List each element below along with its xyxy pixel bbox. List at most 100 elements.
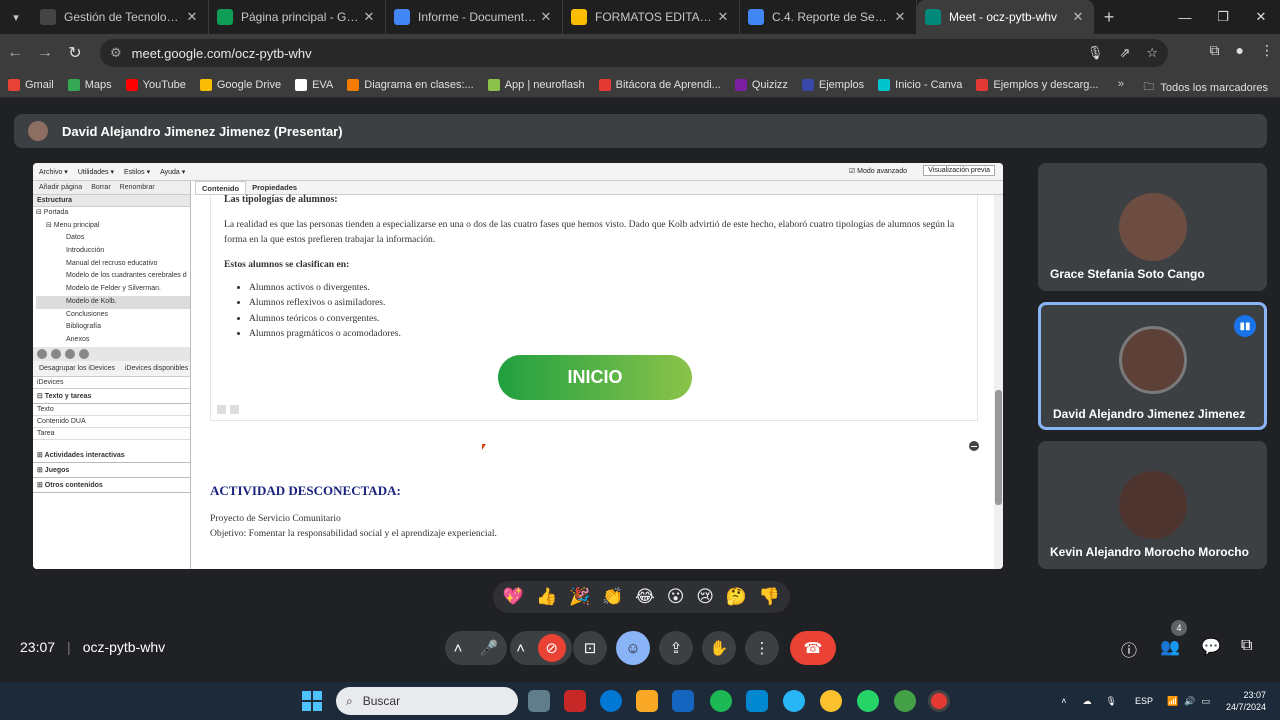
chevron-up-icon[interactable]: ˄ [454, 640, 463, 657]
tree-node[interactable]: Modelo de Kolb. [36, 295, 190, 309]
scroll-thumb[interactable] [995, 390, 1002, 505]
extensions-icon[interactable]: ⧉ [1210, 42, 1220, 59]
bookmark-item[interactable]: Ejemplos [801, 78, 864, 91]
reaction-emoji-icon[interactable]: 👍 [536, 587, 557, 607]
idevice-group[interactable]: ⊞ Otros contenidos [33, 478, 190, 493]
whatsapp-icon[interactable] [857, 690, 879, 712]
idevice-item[interactable]: Contenido DUA [33, 416, 190, 428]
delete-icon[interactable] [230, 405, 239, 414]
menu-ayuda[interactable]: Ayuda ▾ [160, 168, 185, 176]
taskbar-search[interactable]: ⌕ Buscar [336, 687, 518, 715]
bookmark-item[interactable]: Bitácora de Aprendi... [598, 78, 721, 91]
browser-tab[interactable]: FORMATOS EDITABLES - G✕ [563, 0, 740, 34]
bookmark-item[interactable]: Inicio - Canva [878, 78, 962, 91]
inicio-button[interactable]: INICIO [498, 355, 692, 400]
bookmark-item[interactable]: Quizizz [734, 78, 788, 91]
rename-page-button[interactable]: Renombrar [120, 184, 155, 191]
browser-tab[interactable]: Página principal - Google✕ [209, 0, 386, 34]
chevron-up-icon[interactable]: ˄ [516, 640, 525, 657]
reload-icon[interactable]: ↻ [60, 43, 90, 63]
ungroup-idevices-tab[interactable]: Desagrupar los iDevices [39, 365, 115, 372]
captions-button[interactable]: ⊡ [573, 631, 607, 665]
close-tab-icon[interactable]: ✕ [361, 9, 377, 25]
spotify-icon[interactable] [710, 690, 732, 712]
camera-off-icon[interactable]: ⊘ [537, 634, 566, 662]
chrome-icon[interactable] [820, 690, 842, 712]
forward-icon[interactable]: → [30, 44, 60, 62]
advanced-mode-checkbox[interactable]: ☑ Modo avanzado [849, 167, 907, 175]
volume-icon[interactable]: 🔊 [1184, 696, 1195, 707]
chrome-active-icon[interactable] [928, 690, 950, 712]
telegram-icon[interactable] [783, 690, 805, 712]
maximize-icon[interactable]: ❐ [1204, 0, 1242, 34]
open-in-new-icon[interactable]: ⇗ [1119, 45, 1130, 61]
menu-utilidades[interactable]: Utilidades ▾ [78, 168, 114, 176]
reaction-emoji-icon[interactable]: 👏 [602, 587, 623, 607]
tree-node[interactable]: Datos [36, 232, 190, 245]
tree-node[interactable]: Bibliografía [36, 321, 190, 334]
preview-button[interactable]: Visualización previa [923, 165, 995, 176]
wifi-icon[interactable]: 📶 [1167, 696, 1178, 707]
clock[interactable]: 23:07 24/7/2024 [1226, 689, 1266, 713]
edit-icon[interactable] [217, 405, 226, 414]
tab-contenido[interactable]: Contenido [195, 181, 247, 194]
camera-control[interactable]: ˄ ⊘ [510, 631, 572, 665]
task-view-icon[interactable] [528, 690, 550, 712]
add-page-button[interactable]: Añadir página [39, 184, 82, 191]
tree-node[interactable]: Anexos [36, 334, 190, 347]
menu-kebab-icon[interactable]: ⋮ [1260, 42, 1274, 59]
all-bookmarks[interactable]: 🗀 Todos los marcadores [1143, 78, 1268, 97]
tree-node[interactable]: Introducción [36, 245, 190, 258]
chat-icon[interactable]: 💬 [1201, 637, 1221, 657]
reaction-emoji-icon[interactable]: 😂 [635, 587, 655, 607]
tab-search-button[interactable]: ▾ [0, 0, 32, 34]
profile-avatar[interactable]: ● [1236, 42, 1244, 59]
present-button[interactable]: ⇪ [659, 631, 693, 665]
omnibox[interactable]: ⚙ meet.google.com/ocz-pytb-whv 🎙 ⇗ ☆ [100, 39, 1168, 67]
bookmarks-overflow-icon[interactable]: » [1118, 78, 1124, 90]
minimize-icon[interactable]: — [1166, 0, 1204, 34]
content-scrollbar[interactable] [994, 195, 1003, 569]
menu-estilos[interactable]: Estilos ▾ [124, 168, 150, 176]
tree-node[interactable]: ⊟ Menu principal [36, 220, 190, 233]
reaction-emoji-icon[interactable]: 😢 [696, 587, 714, 607]
promote-icon[interactable] [65, 349, 75, 359]
browser-tab[interactable]: Gestión de Tecnología Edu✕ [32, 0, 209, 34]
collapse-icon[interactable] [969, 441, 979, 451]
chrome-profile-icon[interactable] [894, 690, 916, 712]
new-tab-button[interactable]: + [1094, 7, 1124, 28]
bookmark-item[interactable]: App | neuroflash [487, 78, 585, 91]
back-icon[interactable]: ← [0, 44, 30, 62]
participant-tile[interactable]: Kevin Alejandro Morocho Morocho [1038, 441, 1267, 569]
mic-tray-icon[interactable]: 🎙 [1106, 696, 1117, 707]
edge-icon[interactable] [600, 690, 622, 712]
menu-archivo[interactable]: Archivo ▾ [39, 168, 68, 176]
bookmark-item[interactable]: Gmail [8, 78, 54, 91]
move-down-icon[interactable] [51, 349, 61, 359]
tree-node[interactable]: Modelo de los cuadrantes cerebrales d [36, 270, 190, 283]
close-tab-icon[interactable]: ✕ [538, 9, 554, 25]
more-options-button[interactable]: ⋮ [745, 631, 779, 665]
close-tab-icon[interactable]: ✕ [892, 9, 908, 25]
leave-call-button[interactable]: ☎ [790, 631, 836, 665]
tree-node[interactable]: ⊟ Portada [36, 207, 190, 220]
reaction-emoji-icon[interactable]: 🤔 [726, 587, 747, 607]
language-indicator[interactable]: ESP [1135, 696, 1153, 706]
tab-propiedades[interactable]: Propiedades [246, 181, 303, 194]
bookmark-item[interactable]: EVA [295, 78, 333, 91]
mic-control[interactable]: ˄ 🎤 [445, 631, 507, 665]
store-icon[interactable] [672, 690, 694, 712]
bookmark-item[interactable]: Ejemplos y descarg... [976, 78, 1099, 91]
file-explorer-icon[interactable] [636, 690, 658, 712]
mic-icon[interactable]: 🎙 [1087, 45, 1104, 61]
idevice-item[interactable]: Tarea [33, 428, 190, 440]
demote-icon[interactable] [79, 349, 89, 359]
reactions-button[interactable]: ☺ [616, 631, 650, 665]
bookmark-item[interactable]: Maps [67, 78, 112, 91]
bookmark-item[interactable]: Google Drive [199, 78, 281, 91]
activities-icon[interactable]: ⧉ [1241, 637, 1252, 655]
browser-tab[interactable]: Informe - Documentos de✕ [386, 0, 563, 34]
reaction-emoji-icon[interactable]: 🎉 [569, 587, 590, 607]
bookmark-star-icon[interactable]: ☆ [1146, 45, 1158, 61]
site-info-icon[interactable]: ⚙ [110, 45, 122, 61]
